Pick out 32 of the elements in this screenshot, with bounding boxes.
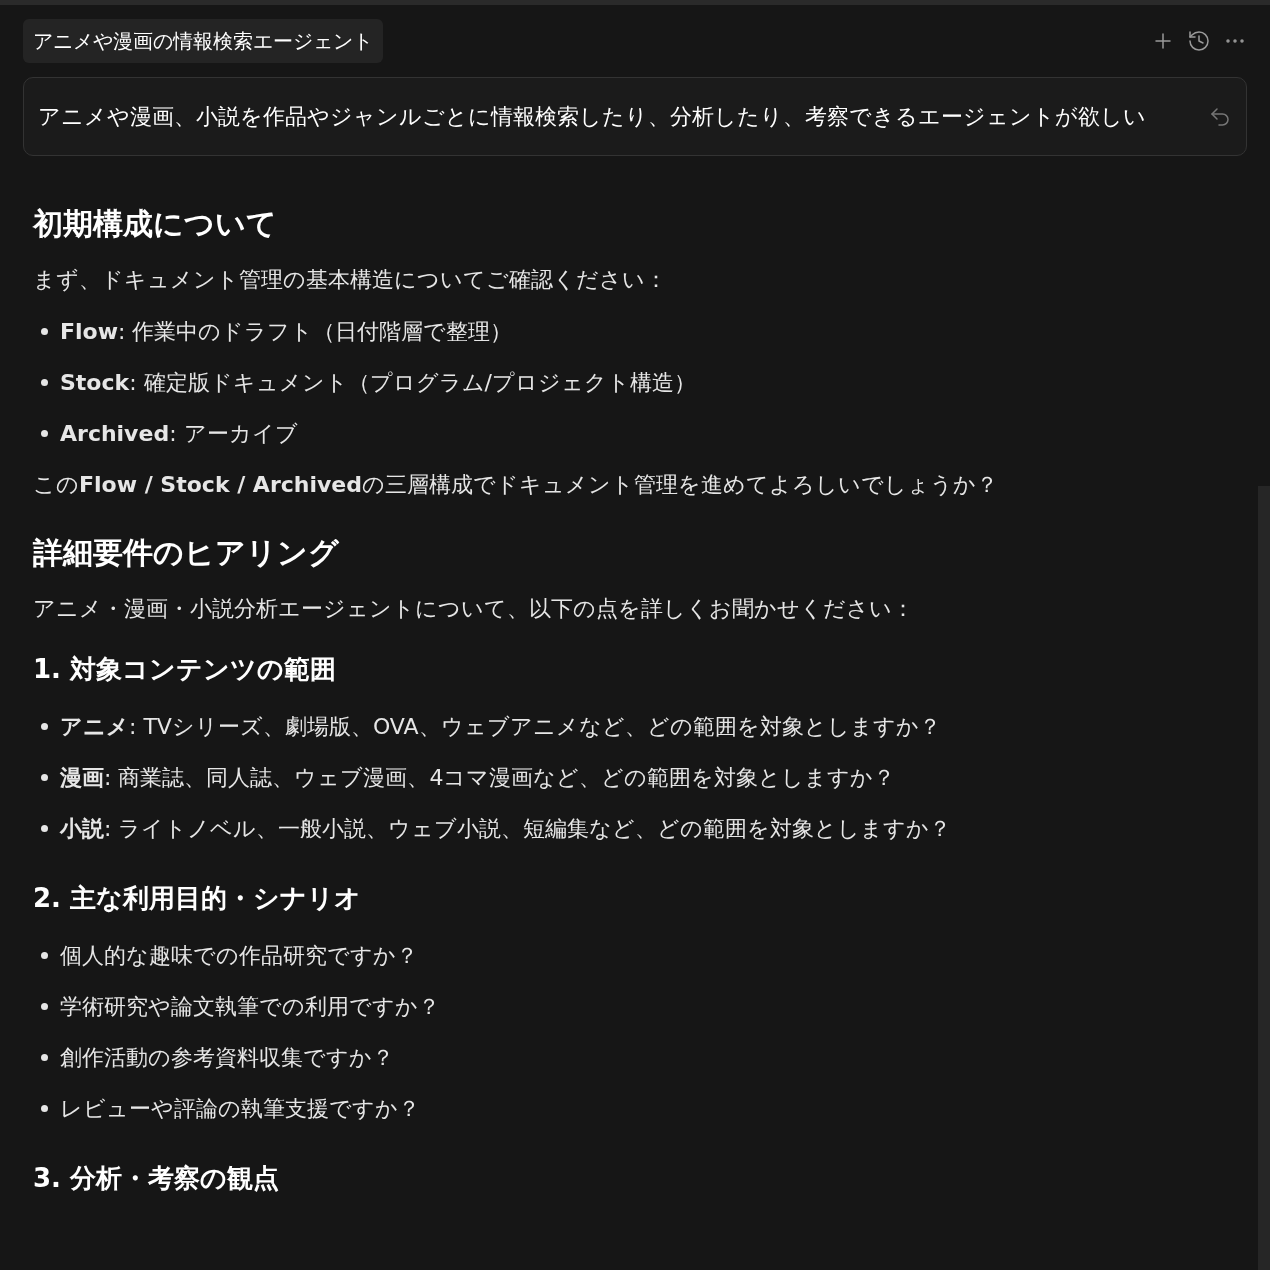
list-item: レビューや評論の執筆支援ですか？ <box>60 1095 420 1123</box>
list-item: 漫画: 商業誌、同人誌、ウェブ漫画、4コマ漫画など、どの範囲を対象としますか？ <box>60 764 896 792</box>
subsection-heading: 1. 対象コンテンツの範囲 <box>33 653 338 686</box>
list-item: Stock: 確定版ドキュメント（プログラム/プロジェクト構造） <box>60 369 696 397</box>
bullet-icon <box>41 952 48 959</box>
list-item: 創作活動の参考資料収集ですか？ <box>60 1044 394 1072</box>
prompt-box[interactable]: アニメや漫画、小説を作品やジャンルごとに情報検索したり、分析したり、考察できるエージェントが欲しい <box>23 77 1247 156</box>
history-icon[interactable] <box>1187 29 1211 53</box>
list-item: アニメ: TVシリーズ、劇場版、OVA、ウェブアニメなど、どの範囲を対象としますか？ <box>60 713 941 741</box>
bullet-icon <box>41 1054 48 1061</box>
bullet-icon <box>41 723 48 730</box>
paragraph: アニメ・漫画・小説分析エージェントについて、以下の点を詳しくお聞かせください： <box>33 595 915 623</box>
subsection-heading: 3. 分析・考察の観点 <box>33 1162 281 1195</box>
paragraph: まず、ドキュメント管理の基本構造についてご確認ください： <box>33 266 668 294</box>
bullet-icon <box>41 379 48 386</box>
list-item: Archived: アーカイブ <box>60 420 298 448</box>
conversation-title[interactable]: アニメや漫画の情報検索エージェント <box>23 19 383 63</box>
bullet-icon <box>41 774 48 781</box>
prompt-text: アニメや漫画、小説を作品やジャンルごとに情報検索したり、分析したり、考察できるエージェントが欲しい <box>38 103 1146 131</box>
section-heading: 初期構成について <box>33 205 278 243</box>
paragraph: このFlow / Stock / Archivedの三層構成でドキュメント管理を進めてよろしいでしょうか？ <box>33 471 999 499</box>
section-heading: 詳細要件のヒアリング <box>33 534 340 572</box>
bullet-icon <box>41 825 48 832</box>
bullet-icon <box>41 430 48 437</box>
list-item: Flow: 作業中のドラフト（日付階層で整理） <box>60 318 513 346</box>
bullet-icon <box>41 328 48 335</box>
list-item: 小説: ライトノベル、一般小説、ウェブ小説、短編集など、どの範囲を対象としますか？ <box>60 815 952 843</box>
list-item: 学術研究や論文執筆での利用ですか？ <box>60 993 440 1021</box>
subsection-heading: 2. 主な利用目的・シナリオ <box>33 882 363 915</box>
bullet-icon <box>41 1105 48 1112</box>
list-item: 個人的な趣味での作品研究ですか？ <box>60 942 418 970</box>
bullet-icon <box>41 1003 48 1010</box>
